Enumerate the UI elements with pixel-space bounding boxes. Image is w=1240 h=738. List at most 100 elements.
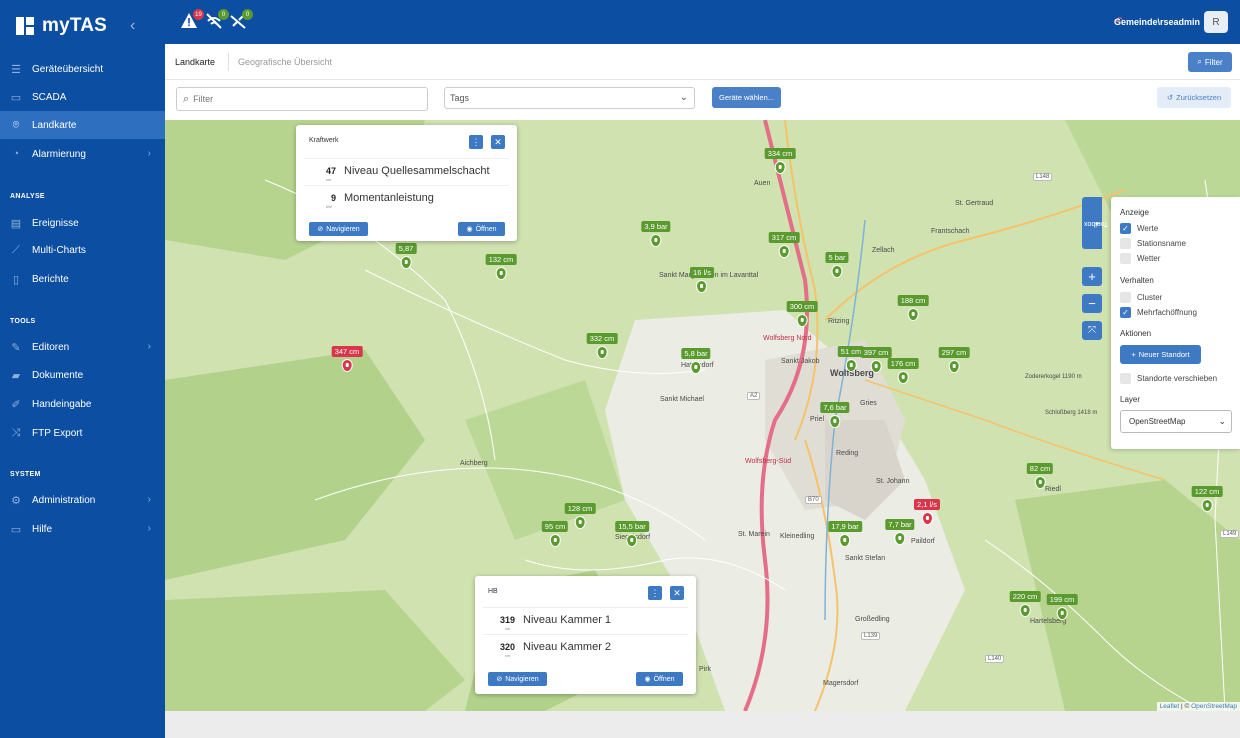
info-button[interactable]: ⋮ (469, 135, 483, 149)
open-button[interactable]: ◉ Öffnen (458, 222, 505, 236)
station-marker[interactable]: 220 cm (1009, 591, 1041, 617)
station-marker[interactable]: 5,8 bar (681, 348, 711, 374)
sidebar-item-multi-charts[interactable]: ⟋ Multi-Charts (0, 236, 165, 264)
station-marker[interactable]: 95 cm (541, 521, 569, 547)
info-icon: ⋮ (650, 587, 660, 598)
station-marker[interactable]: 176 cm (887, 358, 919, 384)
select-devices-button[interactable]: Geräte wählen... (712, 87, 781, 108)
station-marker[interactable]: 16 l/s (690, 267, 714, 293)
layer-select[interactable]: OpenStreetMap ⌄ (1120, 410, 1232, 433)
highway-label: Wolfsberg-Süd (745, 458, 792, 465)
chevron-down-icon: ⌄ (1218, 416, 1226, 426)
station-marker[interactable]: 128 cm (564, 503, 596, 529)
filter-button[interactable]: ⌕ Filter (1188, 52, 1232, 72)
station-icon (831, 265, 843, 278)
checkbox-checked-icon: ✓ (1120, 223, 1131, 234)
avatar[interactable]: R (1204, 11, 1228, 33)
toolbox-heading: Anzeige (1120, 208, 1149, 217)
zoom-in-button[interactable]: + (1082, 267, 1102, 286)
station-marker[interactable]: 122 cm (1191, 486, 1223, 512)
leaflet-link[interactable]: Leaflet (1160, 703, 1180, 710)
station-icon (839, 534, 851, 547)
place-label: Zodererkogel 1190 m (1025, 374, 1082, 380)
filter-bar: ⌕ Tags ⌄ Geräte wählen... ↺ Zurücksetzen (165, 80, 1240, 120)
station-marker[interactable]: 5 bar (825, 252, 849, 278)
chevron-down-icon: ⌄ (679, 92, 688, 103)
station-marker[interactable]: 317 cm (768, 232, 800, 258)
close-icon: ✕ (673, 587, 681, 598)
close-button[interactable]: ✕ (670, 586, 684, 600)
popup-row: 320 cm Niveau Kammer 2 (483, 634, 688, 660)
station-icon (1201, 499, 1213, 512)
station-marker[interactable]: 15,5 bar (615, 521, 649, 547)
navigate-button[interactable]: ⊘ Navigieren (309, 222, 368, 236)
station-icon (845, 359, 857, 372)
place-label: St. Gertraud (955, 200, 994, 207)
station-marker[interactable]: 7,6 bar (820, 402, 850, 428)
fullscreen-button[interactable]: ⤧ (1082, 321, 1102, 340)
place-label: Sankt Jakob (781, 358, 820, 365)
sidebar-item-geraeteuebersicht[interactable]: ☰ Geräteübersicht (0, 55, 165, 83)
osm-link[interactable]: OpenStreetMap (1191, 703, 1237, 710)
sidebar-item-editoren[interactable]: ✎ Editoren › (0, 333, 165, 361)
station-marker[interactable]: 5,87 (395, 243, 417, 269)
tab-landkarte[interactable]: Landkarte (175, 57, 215, 67)
map-pin-icon: ⌾ (12, 118, 20, 131)
station-marker[interactable]: 82 cm (1026, 463, 1054, 489)
sidebar-item-alarmierung[interactable]: ◔ Alarmierung › (0, 140, 165, 168)
checkbox-standorte-verschieben[interactable]: Standorte verschieben (1120, 373, 1217, 384)
station-marker[interactable]: 334 cm (764, 148, 796, 174)
station-marker-alarm[interactable]: 347 cm (331, 346, 363, 372)
alert-no-connection[interactable]: 0 (229, 9, 253, 32)
map-canvas[interactable]: Auen St. Gertraud Frantschach Zellach Sa… (165, 120, 1240, 711)
checkbox-cluster[interactable]: Cluster (1120, 292, 1162, 303)
zoom-out-button[interactable]: − (1082, 294, 1102, 313)
sidebar-item-ereignisse[interactable]: ▤ Ereignisse (0, 209, 165, 237)
sidebar-item-hilfe[interactable]: ▭ Hilfe › (0, 515, 165, 543)
tags-select[interactable]: Tags ⌄ (444, 87, 695, 109)
reset-button[interactable]: ↺ Zurücksetzen (1157, 87, 1231, 108)
navigate-button[interactable]: ⊘ Navigieren (488, 672, 547, 686)
checkbox-stationsname[interactable]: Stationsname (1120, 238, 1186, 249)
station-marker[interactable]: 199 cm (1046, 594, 1078, 620)
station-marker[interactable]: 300 cm (786, 301, 818, 327)
toolbox-toggle[interactable]: ➜ Toolbox (1082, 197, 1108, 249)
sidebar-item-ftp-export[interactable]: ⤨ FTP Export (0, 419, 165, 447)
bell-icon: ◔ (12, 148, 20, 160)
station-icon (778, 245, 790, 258)
open-button[interactable]: ◉ Öffnen (636, 672, 683, 686)
checkbox-werte[interactable]: ✓ Werte (1120, 223, 1158, 234)
alert-no-signal[interactable]: 0 (205, 9, 229, 32)
info-button[interactable]: ⋮ (648, 586, 662, 600)
popup-hb: HB ⋮ ✕ 319 cm Niveau Kammer 1 320 cm Niv… (475, 576, 696, 694)
sidebar-item-scada[interactable]: ▭ SCADA (0, 83, 165, 111)
search-input[interactable] (193, 94, 414, 104)
station-marker[interactable]: 132 cm (485, 254, 517, 280)
sidebar-item-landkarte[interactable]: ⌾ Landkarte (0, 111, 165, 139)
station-marker[interactable]: 332 cm (586, 333, 618, 359)
station-marker[interactable]: 17,9 bar (828, 521, 862, 547)
station-marker-alarm[interactable]: 2,1 l/s (913, 499, 941, 525)
station-marker[interactable]: 3,9 bar (641, 221, 671, 247)
brand[interactable]: myTAS (0, 0, 165, 52)
sidebar-item-administration[interactable]: ⚙ Administration › (0, 486, 165, 514)
close-button[interactable]: ✕ (491, 135, 505, 149)
search-box[interactable]: ⌕ (176, 87, 428, 111)
sidebar-item-handeingabe[interactable]: ✐ Handeingabe (0, 390, 165, 418)
user-name[interactable]: Gemeinde\rseadmin (1114, 17, 1200, 27)
tab-geografische-uebersicht[interactable]: Geografische Übersicht (238, 57, 332, 67)
place-label: St. Johann (876, 478, 910, 485)
checkbox-mehrfachoeffnung[interactable]: ✓ Mehrfachöffnung (1120, 307, 1197, 318)
alert-warnings[interactable]: 19 (180, 9, 204, 32)
station-marker[interactable]: 297 cm (938, 347, 970, 373)
new-location-button[interactable]: + Neuer Standort (1120, 345, 1201, 364)
place-label: Aichberg (460, 460, 488, 467)
collapse-sidebar-icon[interactable]: ‹ (130, 17, 135, 35)
sidebar-item-berichte[interactable]: ▯ Berichte (0, 265, 165, 293)
station-marker[interactable]: 188 cm (897, 295, 929, 321)
station-marker[interactable]: 7,7 bar (885, 519, 915, 545)
search-icon: ⌕ (183, 92, 190, 105)
sidebar-item-dokumente[interactable]: ▰ Dokumente (0, 361, 165, 389)
gear-icon: ⚙ (11, 494, 21, 507)
checkbox-wetter[interactable]: Wetter (1120, 253, 1160, 264)
